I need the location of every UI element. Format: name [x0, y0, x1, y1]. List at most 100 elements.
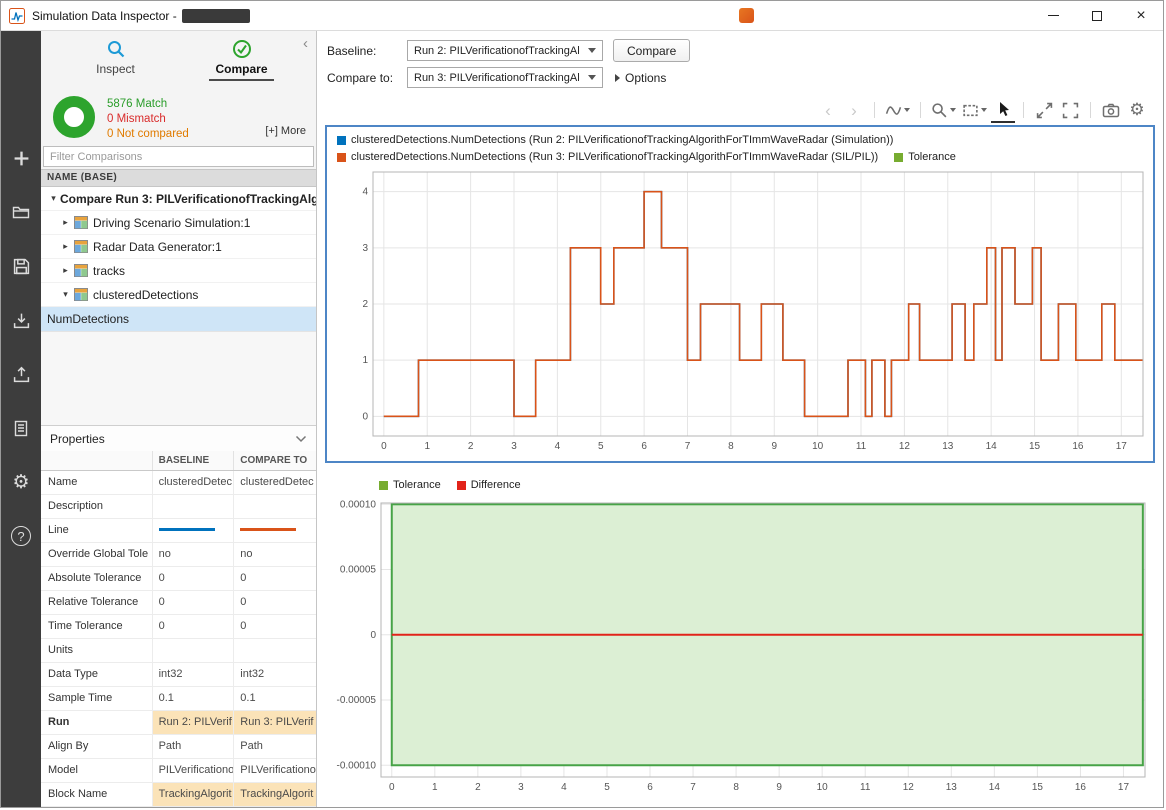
match-donut-chart	[53, 96, 95, 138]
options-label: Options	[625, 71, 666, 85]
signal-group-icon	[74, 264, 88, 277]
tree-item-signal[interactable]: NumDetections	[41, 307, 316, 331]
expander-closed-icon[interactable]: ▸	[59, 265, 72, 276]
legend-item: Difference	[457, 477, 521, 494]
svg-text:0.00010: 0.00010	[340, 499, 377, 510]
fit-to-view-button[interactable]	[1032, 97, 1056, 123]
match-count: 5876 Match	[107, 97, 189, 112]
matlab-badge-icon	[739, 8, 754, 23]
snapshot-button[interactable]	[1099, 97, 1123, 123]
property-value-baseline: 0	[153, 615, 235, 638]
tree-item[interactable]: ▸tracks	[41, 259, 316, 283]
tree-item[interactable]: ▸ Driving Scenario Simulation:1	[41, 211, 316, 235]
tree-column-header: NAME (BASE)	[41, 169, 316, 187]
maximize-button[interactable]	[1075, 1, 1119, 31]
svg-text:16: 16	[1072, 441, 1084, 452]
property-value-baseline: Run 2: PILVerif	[153, 711, 235, 734]
svg-text:-0.00010: -0.00010	[337, 760, 377, 771]
chart2-legend: ToleranceDifference	[369, 475, 1155, 495]
signal-trace-menu-button[interactable]	[883, 97, 912, 123]
property-label: Align By	[41, 735, 153, 758]
property-value-baseline: PILVerificationo	[153, 759, 235, 782]
property-row: NameclusteredDetecclusteredDetec	[41, 471, 316, 495]
svg-text:13: 13	[946, 782, 958, 793]
export-button[interactable]	[1, 347, 41, 401]
legend-swatch	[337, 136, 346, 145]
signal-group-icon	[74, 216, 88, 229]
tree-item-label: Compare Run 3: PILVerificationofTracking…	[60, 192, 316, 206]
plot-toolbar: ‹ ›	[317, 95, 1163, 125]
comparison-chart-container[interactable]: clusteredDetections.NumDetections (Run 2…	[325, 125, 1155, 463]
svg-text:5: 5	[598, 441, 604, 452]
properties-header: Properties	[41, 425, 316, 451]
gear-icon: ⚙	[1129, 100, 1144, 120]
save-button[interactable]	[1, 239, 41, 293]
fullscreen-button[interactable]	[1058, 97, 1082, 123]
property-label: Data Type	[41, 663, 153, 686]
plot-settings-button[interactable]: ⚙	[1125, 97, 1149, 123]
signal-group-icon	[74, 240, 88, 253]
signal-group-icon	[74, 288, 88, 301]
zoom-menu-button[interactable]	[929, 97, 958, 123]
pointer-tool-button[interactable]	[991, 97, 1015, 123]
column-header-blank	[41, 451, 153, 470]
comparison-summary: 5876 Match 0 Mismatch 0 Not compared [+]…	[41, 89, 316, 145]
help-button[interactable]: ?	[1, 509, 41, 563]
compare-to-run-dropdown[interactable]: Run 3: PILVerificationofTrackingAl	[407, 67, 603, 88]
tab-inspect[interactable]: Inspect	[81, 39, 151, 89]
collapse-panel-icon[interactable]: ‹	[303, 37, 308, 51]
property-row: Relative Tolerance00	[41, 591, 316, 615]
property-row: Block NameTrackingAlgoritTrackingAlgorit	[41, 783, 316, 807]
tree-item[interactable]: ▸ Radar Data Generator:1	[41, 235, 316, 259]
svg-text:8: 8	[733, 782, 739, 793]
filter-comparisons-input[interactable]	[43, 146, 314, 167]
minimize-button[interactable]	[1031, 1, 1075, 31]
tree-item-label: Radar Data Generator:1	[93, 240, 222, 254]
history-back-button[interactable]: ‹	[816, 97, 840, 123]
expander-open-icon[interactable]: ▾	[59, 289, 72, 300]
expander-closed-icon[interactable]: ▸	[59, 217, 72, 228]
menu-caret-icon	[981, 108, 987, 112]
preferences-button[interactable]: ⚙	[1, 455, 41, 509]
mismatch-count: 0 Mismatch	[107, 112, 189, 127]
legend-swatch	[337, 153, 346, 162]
close-button[interactable]: ×	[1119, 1, 1163, 31]
chevron-down-icon[interactable]	[295, 435, 307, 443]
more-link[interactable]: [+] More	[265, 125, 306, 137]
compare-setup-bar: Baseline: Run 2: PILVerificationofTracki…	[317, 31, 1163, 95]
property-row: RunRun 2: PILVerifRun 3: PILVerif	[41, 711, 316, 735]
expander-open-icon[interactable]: ▾	[47, 193, 60, 204]
compare-button[interactable]: Compare	[613, 39, 690, 62]
property-value-compare: 0	[234, 567, 316, 590]
comparison-plot[interactable]: 0123456789101112131415161701234	[327, 166, 1153, 456]
property-value-compare	[234, 639, 316, 662]
chevron-right-icon	[615, 74, 620, 82]
legend-item: clusteredDetections.NumDetections (Run 3…	[337, 149, 878, 166]
import-button[interactable]	[1, 293, 41, 347]
svg-text:12: 12	[899, 441, 911, 452]
tree-item-label: clusteredDetections	[93, 288, 198, 302]
tree-item-label: Driving Scenario Simulation:1	[93, 216, 250, 230]
report-button[interactable]	[1, 401, 41, 455]
region-zoom-menu-button[interactable]	[960, 97, 989, 123]
svg-text:11: 11	[856, 441, 867, 452]
new-button[interactable]	[1, 131, 41, 185]
svg-text:12: 12	[903, 782, 915, 793]
property-label: Run	[41, 711, 153, 734]
tree-item[interactable]: ▾Compare Run 3: PILVerificationofTrackin…	[41, 187, 316, 211]
svg-text:10: 10	[812, 441, 824, 452]
baseline-run-dropdown[interactable]: Run 2: PILVerificationofTrackingAl	[407, 40, 603, 61]
history-forward-button[interactable]: ›	[842, 97, 866, 123]
expander-closed-icon[interactable]: ▸	[59, 241, 72, 252]
cursor-arrow-icon	[996, 101, 1011, 117]
difference-plot[interactable]: 012345678910111213141516170.000100.00005…	[325, 497, 1155, 797]
options-expander[interactable]: Options	[615, 71, 666, 85]
property-value-baseline: TrackingAlgorit	[153, 783, 235, 806]
tab-compare[interactable]: Compare	[207, 39, 277, 89]
property-value-compare: TrackingAlgorit	[234, 783, 316, 806]
open-button[interactable]	[1, 185, 41, 239]
difference-chart-container[interactable]: 012345678910111213141516170.000100.00005…	[325, 497, 1155, 801]
legend-swatch	[379, 481, 388, 490]
chevron-right-icon: ›	[851, 102, 857, 119]
tree-item[interactable]: ▾ clusteredDetections	[41, 283, 316, 307]
